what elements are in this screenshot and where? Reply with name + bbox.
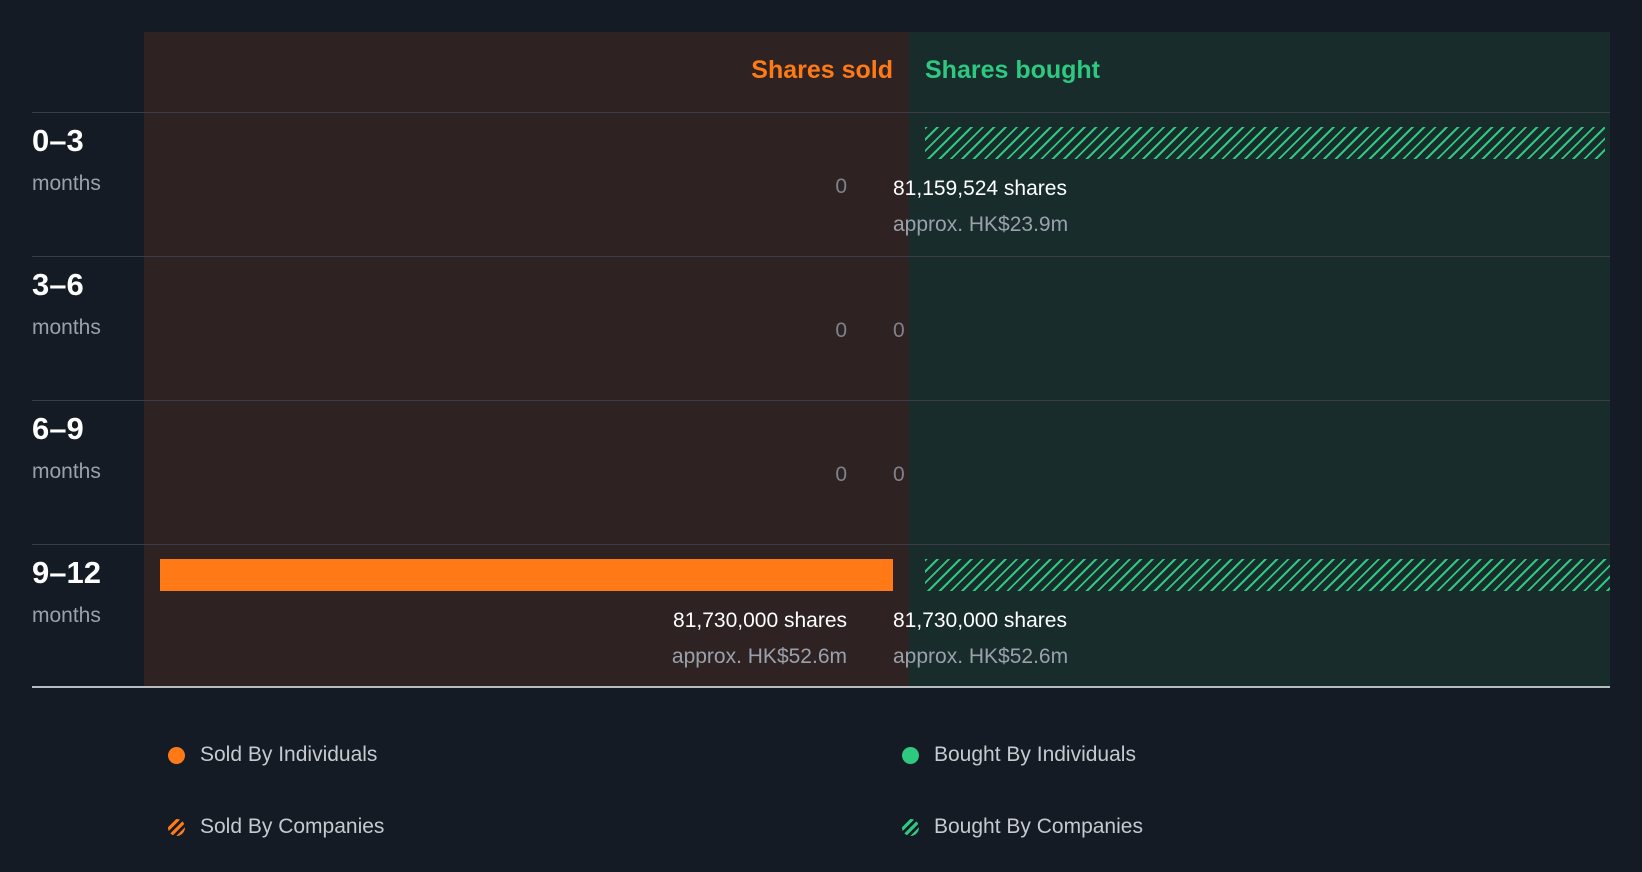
period-unit: months [32, 316, 101, 339]
period-unit: months [32, 460, 101, 483]
shares-bought-bar[interactable] [925, 127, 1605, 159]
shares-bought-value: 0 [893, 319, 905, 342]
period-unit: months [32, 604, 101, 627]
hatched-orange-marker-icon [168, 818, 185, 836]
legend-bought-by-individuals[interactable]: Bought By Individuals [902, 742, 1136, 768]
period-label: 9–12 [32, 555, 101, 590]
period-row: 6–9 months [32, 400, 1610, 545]
period-label: 0–3 [32, 123, 84, 158]
shares-sold-bar[interactable] [160, 559, 893, 591]
period-row: 3–6 months [32, 256, 1610, 401]
chart-baseline [32, 686, 1610, 688]
shares-sold-value: 0 [835, 463, 847, 486]
shares-sold-value: 81,730,000 shares [673, 609, 847, 632]
shares-sold-header: Shares sold [751, 56, 893, 84]
shares-bought-bar[interactable] [925, 559, 1610, 591]
shares-bought-value: 0 [893, 463, 905, 486]
solid-green-marker-icon [902, 746, 919, 764]
shares-sold-approx-value: approx. HK$52.6m [671, 645, 847, 668]
shares-sold-value: 0 [835, 319, 847, 342]
legend-sold-by-companies[interactable]: Sold By Companies [168, 814, 384, 840]
shares-bought-approx-value: approx. HK$52.6m [893, 645, 1069, 668]
legend-bought-by-companies[interactable]: Bought By Companies [902, 814, 1143, 840]
period-label: 3–6 [32, 267, 84, 302]
legend-label: Sold By Individuals [200, 743, 378, 766]
period-label: 6–9 [32, 411, 84, 446]
shares-bought-value: 81,730,000 shares [893, 609, 1067, 632]
legend-label: Sold By Companies [200, 815, 385, 838]
period-unit: months [32, 172, 101, 195]
hatched-green-marker-icon [902, 818, 919, 836]
solid-orange-marker-icon [168, 746, 185, 764]
shares-bought-value: 81,159,524 shares [893, 177, 1067, 200]
shares-bought-header: Shares bought [925, 56, 1101, 84]
legend-label: Bought By Companies [934, 815, 1143, 838]
legend-sold-by-individuals[interactable]: Sold By Individuals [168, 742, 377, 768]
legend-label: Bought By Individuals [934, 743, 1136, 766]
shares-bought-approx-value: approx. HK$23.9m [893, 213, 1069, 236]
insider-transactions-chart: Shares sold Shares bought 0–3 months 0 81,1… [0, 0, 1642, 700]
shares-sold-value: 0 [835, 175, 847, 198]
